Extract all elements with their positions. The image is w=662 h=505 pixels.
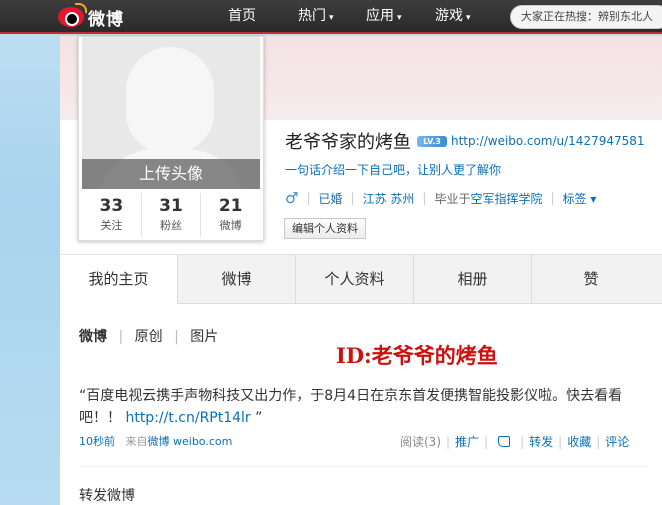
profile-header: 老爷爷家的烤鱼 LV.3 http://weibo.com/u/14279475… <box>285 128 645 154</box>
post-short-link[interactable]: http://t.cn/RPt14lr <box>125 410 250 426</box>
tab-likes[interactable]: 赞 <box>532 255 650 303</box>
thumbs-up-icon[interactable] <box>498 436 511 447</box>
profile-url-link[interactable]: http://weibo.com/u/1427947581 <box>451 134 645 148</box>
profile-intro-link[interactable]: 一句话介绍一下自己吧，让别人更了解你 <box>285 161 501 178</box>
tab-my-home[interactable]: 我的主页 <box>60 255 178 304</box>
divider: | <box>174 329 179 345</box>
divider: | <box>118 329 124 345</box>
filter-original[interactable]: 原创 <box>135 329 163 345</box>
nav-hot-label: 热门 <box>298 8 326 24</box>
nav-apps-label: 应用 <box>366 8 394 24</box>
tab-album[interactable]: 相册 <box>414 255 532 303</box>
favorite-link[interactable]: 收藏 <box>567 433 591 450</box>
avatar-placeholder-head <box>126 47 214 153</box>
avatar[interactable]: 上传头像 <box>82 37 260 189</box>
brand-name: 微博 <box>88 9 124 30</box>
read-count: 阅读(3) <box>400 435 441 449</box>
school-link[interactable]: 空军指挥学院 <box>470 190 542 207</box>
filter-weibo[interactable]: 微博 <box>79 329 107 345</box>
divider: | <box>484 434 489 449</box>
edit-profile-button[interactable]: 编辑个人资料 <box>284 218 366 239</box>
nav-apps[interactable]: 应用 ▾ <box>366 0 402 34</box>
chevron-down-icon: ▾ <box>590 191 597 206</box>
marital-status-link[interactable]: 已婚 <box>319 190 343 207</box>
level-badge[interactable]: LV.3 <box>417 135 447 147</box>
followers-label: 粉丝 <box>160 219 182 232</box>
repost-link[interactable]: 转发 <box>529 433 553 450</box>
stat-following[interactable]: 33 关注 <box>82 193 142 237</box>
top-navigation-bar: 微博 首页 热门 ▾ 应用 ▾ 游戏 ▾ 大家正在热搜：辨别东北人 <box>0 0 662 34</box>
profile-meta: ♂ | 已婚 | 江苏 苏州 | 毕业于 空军指挥学院 | 标签 ▾ <box>285 189 596 207</box>
stat-followers[interactable]: 31 粉丝 <box>142 193 202 237</box>
followers-count: 31 <box>159 196 183 216</box>
posts-label: 微博 <box>219 219 242 232</box>
nav-hot[interactable]: 热门 ▾ <box>298 0 334 34</box>
chevron-down-icon: ▾ <box>329 13 334 23</box>
divider: | <box>446 434 451 449</box>
chevron-down-icon: ▾ <box>397 13 402 23</box>
filter-images[interactable]: 图片 <box>190 329 218 345</box>
nav-games[interactable]: 游戏 ▾ <box>435 0 471 34</box>
following-count: 33 <box>99 196 124 216</box>
male-gender-icon: ♂ <box>285 189 299 207</box>
post-meta: 10秒前 来自微博 weibo.com <box>79 433 232 449</box>
avatar-panel: 上传头像 33 关注 31 粉丝 21 微博 <box>78 36 264 241</box>
post-source-prefix: 来自 <box>125 435 148 448</box>
divider: | <box>550 191 555 205</box>
weibo-logo[interactable]: 微博 <box>58 3 124 30</box>
feed-divider <box>79 466 647 467</box>
weibo-eye-icon <box>58 3 87 27</box>
school-prefix: 毕业于 <box>434 191 471 206</box>
tab-profile-info[interactable]: 个人资料 <box>296 255 414 303</box>
post-content: “百度电视云携手声物科技又出力作，于8月4日在京东首发便携智能投影仪啦。快去看看… <box>79 385 647 429</box>
post-source-link[interactable]: 微博 weibo.com <box>148 435 233 448</box>
nav-games-label: 游戏 <box>435 8 463 24</box>
divider: | <box>306 191 311 205</box>
tags-dropdown[interactable]: 标签 ▾ <box>563 190 597 207</box>
tags-label: 标签 <box>562 191 587 206</box>
post-time-link[interactable]: 10秒前 <box>79 435 115 448</box>
nav-home[interactable]: 首页 <box>228 0 256 34</box>
promote-link[interactable]: 推广 <box>455 433 479 450</box>
feed-filter: 微博 | 原创 | 图片 <box>79 326 218 346</box>
comment-link[interactable]: 评论 <box>605 433 629 450</box>
repost-heading: 转发微博 <box>79 488 135 504</box>
following-label: 关注 <box>100 219 123 232</box>
posts-count: 21 <box>218 196 243 216</box>
upload-avatar-button[interactable]: 上传头像 <box>82 159 260 189</box>
location-link[interactable]: 江苏 苏州 <box>363 190 415 207</box>
tab-weibo[interactable]: 微博 <box>178 255 296 303</box>
nav-home-label: 首页 <box>228 8 256 24</box>
post-actions: 阅读(3) | 推广 | | 转发 | 收藏 | 评论 <box>400 433 629 450</box>
profile-tabs: 我的主页 微博 个人资料 相册 赞 <box>60 254 662 304</box>
divider: | <box>350 191 355 205</box>
id-watermark: ID:老爷爷的烤鱼 <box>336 343 498 368</box>
divider: | <box>520 434 525 449</box>
profile-stats: 33 关注 31 粉丝 21 微博 <box>82 193 260 237</box>
chevron-down-icon: ▾ <box>466 13 471 23</box>
divider: | <box>558 434 563 449</box>
divider: | <box>596 434 601 449</box>
stat-posts[interactable]: 21 微博 <box>201 193 260 237</box>
search-input[interactable]: 大家正在热搜：辨别东北人 <box>510 5 662 29</box>
divider: | <box>422 191 427 205</box>
post-quote-end: ” <box>250 410 263 426</box>
profile-name: 老爷爷家的烤鱼 <box>285 132 411 153</box>
